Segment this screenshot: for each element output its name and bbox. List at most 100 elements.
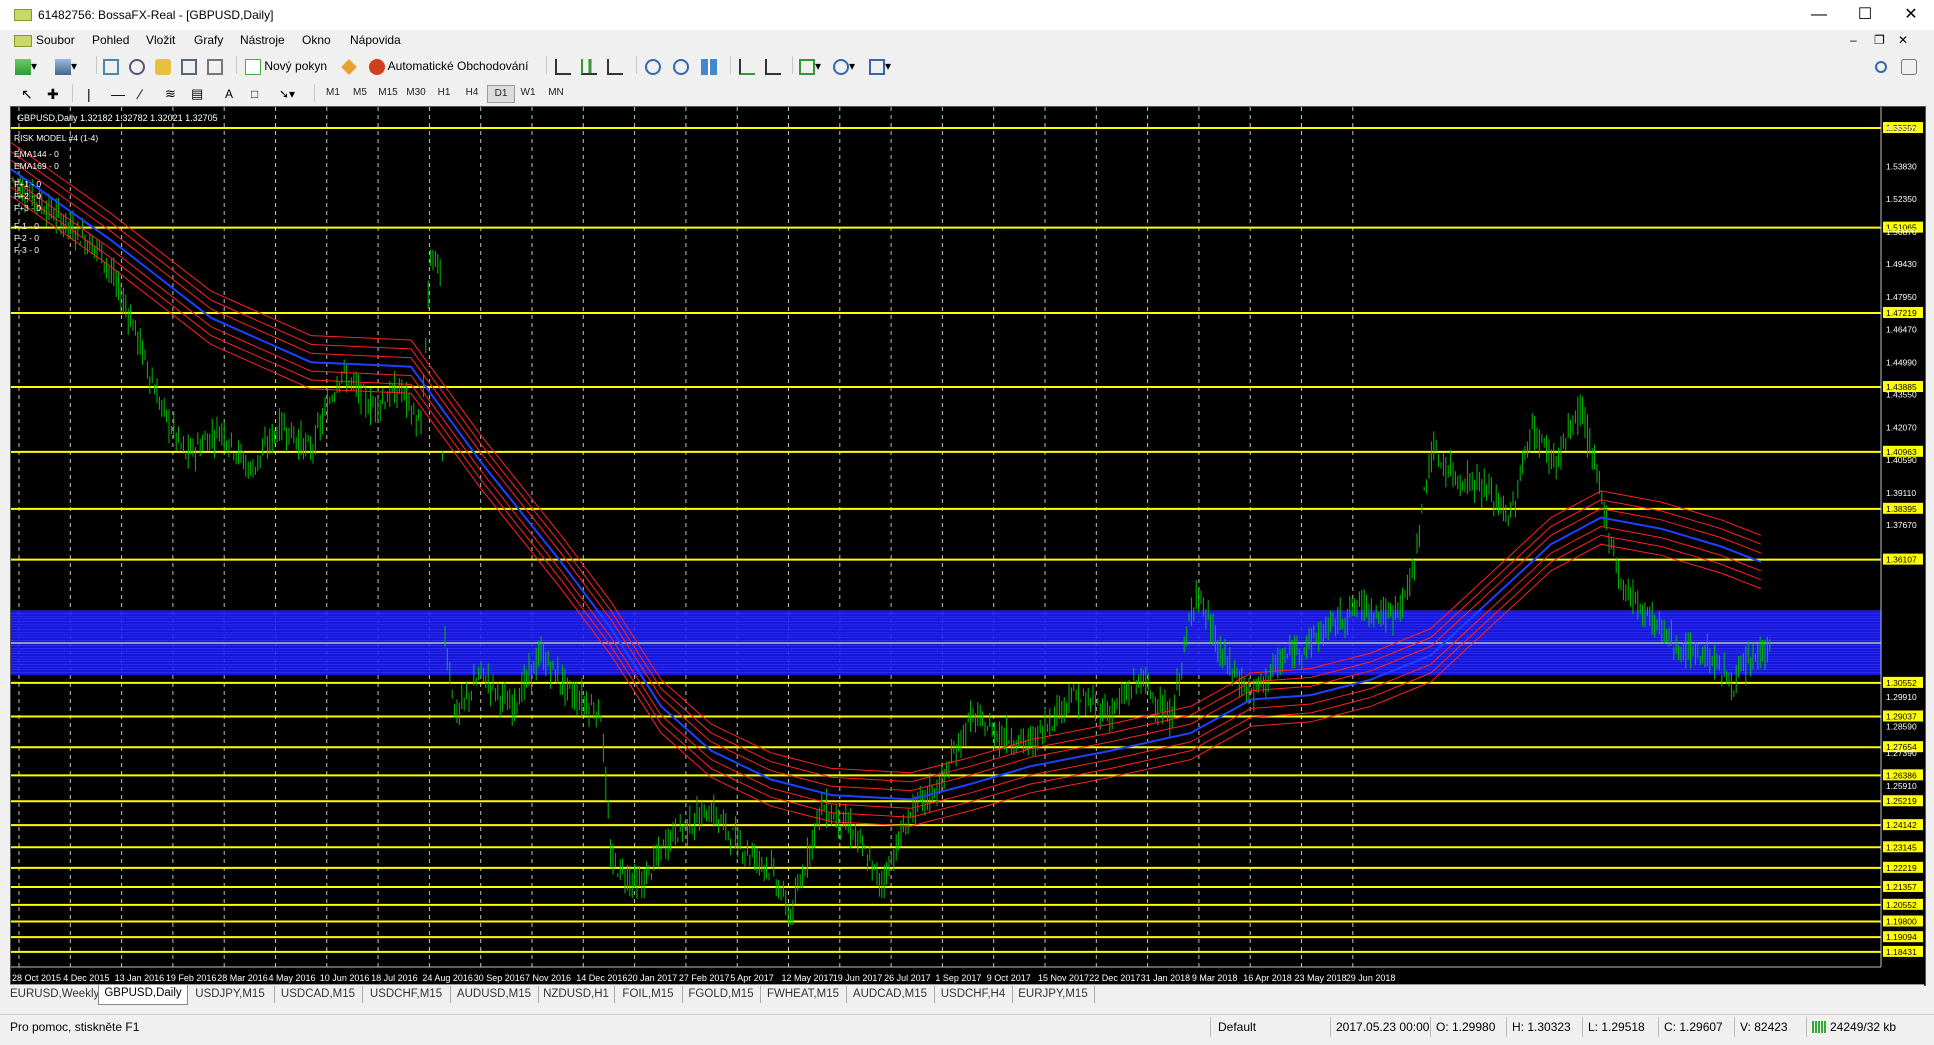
date-label: 14 Dec 2016 xyxy=(576,973,627,983)
date-label: 4 Dec 2015 xyxy=(63,973,109,983)
price-label: 1.50870 xyxy=(1886,227,1917,237)
chart-tab[interactable]: AUDUSD,M15 xyxy=(450,986,539,1003)
price-label: 1.25219 xyxy=(1886,796,1917,806)
ema-line xyxy=(10,150,1762,783)
menu-napovida[interactable]: Nápovida xyxy=(350,33,401,47)
timeframe-h1[interactable]: H1 xyxy=(431,85,457,101)
status-profile[interactable]: Default xyxy=(1218,1020,1256,1034)
timeframe-w1[interactable]: W1 xyxy=(515,85,541,101)
child-restore-button[interactable]: ❐ xyxy=(1874,33,1885,47)
search-button[interactable] xyxy=(1874,55,1888,77)
timeframe-m1[interactable]: M1 xyxy=(320,85,346,101)
profiles-icon xyxy=(55,58,71,75)
chart-tab[interactable]: AUDCAD,M15 xyxy=(846,986,935,1003)
templates-button[interactable]: ▾ xyxy=(868,55,892,77)
timeframe-m15[interactable]: M15 xyxy=(375,85,401,101)
cursor-tool[interactable]: ↖ xyxy=(20,83,34,105)
date-label: 30 Sep 2016 xyxy=(474,973,525,983)
bar-chart-button[interactable] xyxy=(554,55,572,77)
market-watch-button[interactable] xyxy=(102,55,120,77)
chart-tab[interactable]: USDCHF,H4 xyxy=(934,986,1013,1003)
tile-windows-icon xyxy=(701,58,717,75)
menu-nastroje[interactable]: Nástroje xyxy=(240,33,285,47)
new-chart-button[interactable]: ▾ xyxy=(14,55,38,77)
menu-pohled[interactable]: Pohled xyxy=(92,33,129,47)
timeframe-mn[interactable]: MN xyxy=(543,85,569,101)
chat-button[interactable] xyxy=(1900,55,1918,77)
date-label: 22 Dec 2017 xyxy=(1089,973,1140,983)
chart-tab[interactable]: GBPUSD,Daily xyxy=(98,985,188,1005)
candlestick-button[interactable] xyxy=(580,55,598,77)
autoscroll-button[interactable] xyxy=(738,55,756,77)
data-window-button[interactable] xyxy=(128,55,146,77)
menu-okno[interactable]: Okno xyxy=(302,33,331,47)
line-chart-button[interactable] xyxy=(606,55,624,77)
chart-tabs: EURUSD,Weekly GBPUSD,Daily USDJPY,M15 USDCA… xyxy=(10,984,1924,1005)
terminal-button[interactable] xyxy=(180,55,198,77)
zoom-in-button[interactable] xyxy=(644,55,662,77)
price-label: 1.22219 xyxy=(1886,863,1917,873)
new-order-label: Nový pokyn xyxy=(264,59,328,73)
child-close-button[interactable]: ✕ xyxy=(1898,33,1908,47)
vertical-line-tool[interactable]: | xyxy=(86,83,92,105)
indicator-label: F-2 - 0 xyxy=(14,233,39,243)
close-button[interactable]: ✕ xyxy=(1888,0,1934,30)
menu-bar: Soubor Pohled Vložit Grafy Nástroje Okno… xyxy=(0,30,1934,52)
menu-vlozit[interactable]: Vložit xyxy=(146,33,175,47)
trendline-tool[interactable]: ∕ xyxy=(138,83,142,105)
new-order-button[interactable]: Nový pokyn xyxy=(244,55,328,77)
chart-tab[interactable]: EURJPY,M15 xyxy=(1012,986,1095,1003)
horizontal-line-tool[interactable]: — xyxy=(110,83,126,105)
chart-tab[interactable]: USDJPY,M15 xyxy=(186,986,275,1003)
metaeditor-button[interactable] xyxy=(340,55,358,77)
maximize-button[interactable]: ☐ xyxy=(1842,0,1888,30)
text-label-tool[interactable]: □ xyxy=(250,83,259,105)
menu-soubor[interactable]: Soubor xyxy=(36,33,75,47)
chart-shift-button[interactable] xyxy=(764,55,782,77)
chart-tab[interactable]: USDCAD,M15 xyxy=(274,986,363,1003)
new-chart-icon xyxy=(15,58,31,75)
chart-tab[interactable]: FOIL,M15 xyxy=(614,986,683,1003)
date-label: 27 Feb 2017 xyxy=(679,973,730,983)
indicator-label: F-1 - 0 xyxy=(14,221,39,231)
price-label: 1.42070 xyxy=(1886,422,1917,432)
crosshair-tool[interactable]: ✚ xyxy=(46,83,60,105)
chart-tab[interactable]: EURUSD,Weekly xyxy=(10,986,99,1003)
periods-button[interactable]: ▾ xyxy=(832,55,856,77)
status-high: H: 1.30323 xyxy=(1512,1020,1571,1034)
timeframe-h4[interactable]: H4 xyxy=(459,85,485,101)
indicators-button[interactable]: ▾ xyxy=(798,55,822,77)
ema-line xyxy=(10,142,1762,774)
price-label: 1.30552 xyxy=(1886,678,1917,688)
line-studies-toolbar: ↖ ✚ | — ∕ ≋ ▤ A □ ➘▾ M1 M5 M15 M30 H1 H4… xyxy=(0,80,1934,106)
fibonacci-tool[interactable]: ▤ xyxy=(190,83,204,105)
timeframe-m5[interactable]: M5 xyxy=(347,85,373,101)
zoom-out-button[interactable] xyxy=(672,55,690,77)
channel-tool[interactable]: ≋ xyxy=(164,83,177,105)
chart-tab[interactable]: USDCHF,M15 xyxy=(362,986,451,1003)
chart-tab[interactable]: NZDUSD,H1 xyxy=(538,986,615,1003)
profiles-button[interactable]: ▾ xyxy=(54,55,78,77)
indicator-label: EMA169 - 0 xyxy=(14,161,59,171)
chart-tab[interactable]: FGOLD,M15 xyxy=(682,986,761,1003)
minimize-button[interactable]: — xyxy=(1796,0,1842,30)
indicator-label: EMA144 - 0 xyxy=(14,149,59,159)
arrows-tool[interactable]: ➘▾ xyxy=(278,83,296,105)
menu-grafy[interactable]: Grafy xyxy=(194,33,223,47)
price-chart[interactable]: 1.555521.555101.538301.523501.510651.508… xyxy=(10,107,1925,985)
strategy-tester-button[interactable] xyxy=(206,55,224,77)
navigator-button[interactable] xyxy=(154,55,172,77)
chart-window[interactable]: 1.55552 1.55510 1.53830 1.52350 1.51065 1.508… xyxy=(10,106,1926,986)
auto-trading-button[interactable]: Automatické Obchodování xyxy=(368,55,529,77)
chart-tab[interactable]: FWHEAT,M15 xyxy=(760,986,847,1003)
price-label: 1.20552 xyxy=(1886,900,1917,910)
child-window-icon[interactable] xyxy=(14,35,32,47)
text-tool[interactable]: A xyxy=(224,83,234,105)
child-minimize-button[interactable]: – xyxy=(1850,33,1857,47)
tile-windows-button[interactable] xyxy=(700,55,718,77)
timeframe-d1[interactable]: D1 xyxy=(487,85,515,103)
navigator-icon xyxy=(155,58,171,75)
timeframe-m30[interactable]: M30 xyxy=(403,85,429,101)
market-watch-icon xyxy=(103,58,119,75)
date-label: 12 May 2017 xyxy=(782,973,834,983)
